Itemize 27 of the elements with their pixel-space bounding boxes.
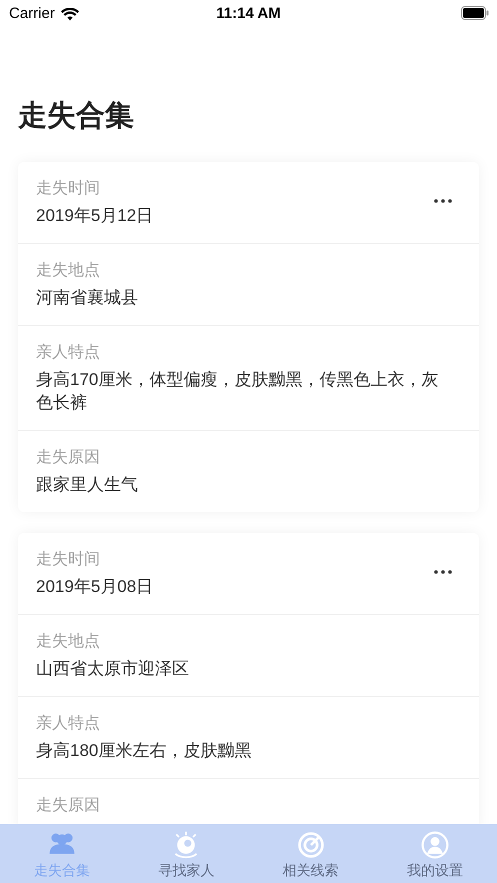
field-value: 2019年5月12日 bbox=[36, 205, 154, 227]
field-value: 河南省襄城县 bbox=[36, 287, 139, 309]
field-label: 走失地点 bbox=[36, 260, 101, 281]
tab[interactable]: 寻找家人 bbox=[124, 824, 248, 883]
status-time: 11:14 AM bbox=[216, 4, 281, 24]
more-icon[interactable] bbox=[434, 199, 452, 203]
tab[interactable]: 我的设置 bbox=[372, 824, 497, 883]
field-label: 走失地点 bbox=[36, 632, 101, 652]
page-title: 走失合集 bbox=[18, 99, 135, 134]
target-icon bbox=[296, 830, 326, 860]
field-label: 亲人特点 bbox=[36, 342, 101, 363]
wifi-icon bbox=[60, 8, 79, 20]
field-value: 身高170厘米，体型偏瘦，皮肤黝黑，传黑色上衣，灰色长裤 bbox=[36, 369, 440, 414]
more-icon[interactable] bbox=[434, 570, 452, 574]
tab[interactable]: 相关线索 bbox=[248, 824, 373, 883]
field-value: 跟家里人生气 bbox=[36, 474, 139, 496]
carrier-name: Carrier bbox=[9, 4, 55, 24]
user-icon bbox=[420, 830, 450, 860]
field-value: 2019年5月08日 bbox=[36, 576, 154, 598]
field-value: 山西省太原市迎泽区 bbox=[36, 658, 190, 680]
battery-icon bbox=[461, 6, 489, 20]
field-label: 走失原因 bbox=[36, 796, 101, 816]
field-value: 身高180厘米左右，皮肤黝黑 bbox=[36, 740, 252, 762]
field-label: 亲人特点 bbox=[36, 714, 101, 734]
field-label: 走失原因 bbox=[36, 448, 101, 468]
field-label: 走失时间 bbox=[36, 550, 101, 570]
field-label: 走失时间 bbox=[36, 178, 101, 199]
